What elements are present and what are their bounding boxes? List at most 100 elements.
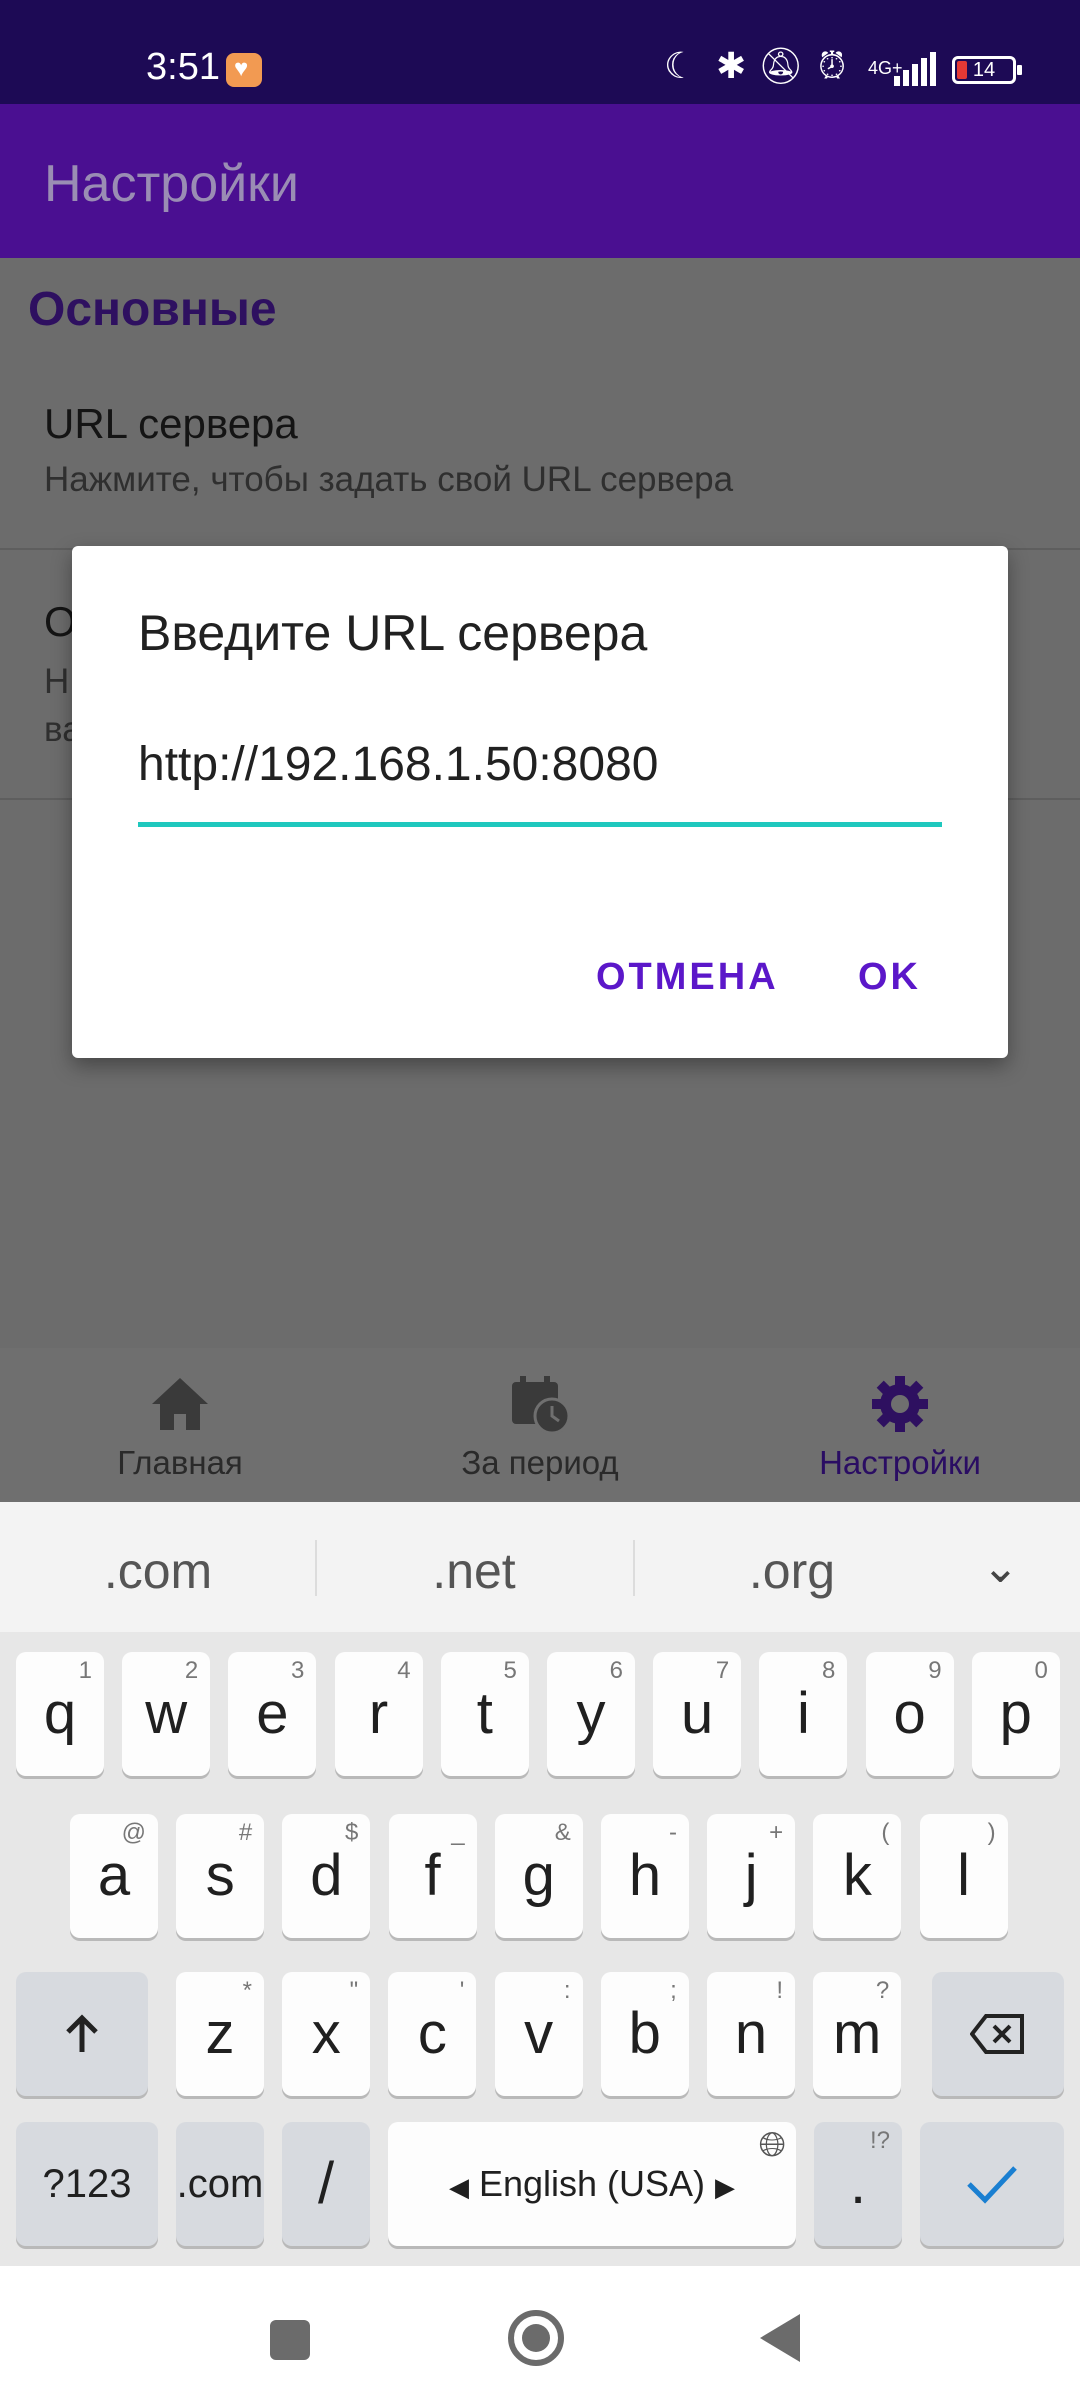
key-r[interactable]: r4 bbox=[334, 1652, 423, 1776]
ok-button[interactable]: OK bbox=[858, 956, 921, 999]
battery-level: 14 bbox=[972, 59, 996, 81]
key-char: b bbox=[628, 2001, 661, 2066]
key-f[interactable]: f _ bbox=[388, 1814, 477, 1938]
key-e[interactable]: e3 bbox=[228, 1652, 317, 1776]
nav-label: За период bbox=[461, 1444, 619, 1481]
key-char: s bbox=[205, 1843, 235, 1908]
cancel-button[interactable]: ОТМЕНА bbox=[596, 956, 779, 999]
section-title: Основные bbox=[28, 283, 277, 336]
key-p[interactable]: p0 bbox=[971, 1652, 1060, 1776]
key-h[interactable]: h- bbox=[601, 1814, 689, 1938]
bottom-navigation: Главная За период Настройки bbox=[0, 1348, 1080, 1502]
key-hint: @ bbox=[121, 1819, 146, 1846]
key-hint: ; bbox=[670, 1977, 677, 2004]
key-hint: " bbox=[349, 1977, 359, 2004]
bluetooth-icon: ✱ bbox=[716, 45, 747, 86]
key-char: i bbox=[796, 1681, 810, 1746]
server-url-input[interactable] bbox=[138, 736, 942, 792]
key-j[interactable]: j + bbox=[707, 1814, 796, 1938]
status-time: 3:51 bbox=[146, 46, 220, 88]
key-o[interactable]: o9 bbox=[865, 1652, 954, 1776]
key-char: o bbox=[893, 1681, 926, 1746]
key-char: k bbox=[842, 1843, 872, 1908]
key-hint: 7 bbox=[715, 1657, 730, 1684]
nav-period[interactable]: За период bbox=[360, 1348, 720, 1502]
slash-key[interactable]: / bbox=[282, 2122, 370, 2246]
key-hint: 4 bbox=[397, 1657, 411, 1684]
key-hint: ( bbox=[881, 1819, 890, 1846]
spacebar[interactable]: ◀ English (USA) ▶ 🌐︎ bbox=[388, 2122, 796, 2246]
key-g[interactable]: g & bbox=[494, 1814, 583, 1938]
input-underline bbox=[138, 822, 942, 827]
key-u[interactable]: u7 bbox=[653, 1652, 742, 1776]
calendar-clock-icon bbox=[512, 1376, 571, 1434]
suggestion-item[interactable]: .net bbox=[318, 1542, 630, 1600]
key-char: h bbox=[628, 1843, 662, 1908]
recents-button[interactable] bbox=[270, 2320, 310, 2360]
key-m[interactable]: m? bbox=[813, 1972, 902, 2096]
suggestion-item[interactable]: .com bbox=[2, 1542, 314, 1600]
key-char: v bbox=[524, 2001, 554, 2066]
key-z[interactable]: z * bbox=[176, 1972, 264, 2096]
moon-icon: ☾ bbox=[664, 45, 697, 86]
url-dialog: Введите URL сервера ОТМЕНА OK bbox=[72, 546, 1008, 1058]
key-s[interactable]: s # bbox=[176, 1814, 265, 1938]
key-n[interactable]: n! bbox=[707, 1972, 795, 2096]
key-y[interactable]: y6 bbox=[547, 1652, 635, 1776]
suggestion-item[interactable]: .org bbox=[636, 1542, 948, 1600]
key-l[interactable]: l) bbox=[919, 1814, 1008, 1938]
shift-key[interactable] bbox=[16, 1972, 148, 2096]
key-char: g bbox=[522, 1843, 555, 1908]
back-button[interactable] bbox=[760, 2314, 800, 2362]
key-hint: 1 bbox=[78, 1657, 92, 1684]
symbols-key[interactable]: ?123 bbox=[16, 2122, 158, 2246]
key-w[interactable]: w2 bbox=[122, 1652, 211, 1776]
key-char: r bbox=[368, 1681, 389, 1746]
nav-label: Настройки bbox=[819, 1444, 981, 1481]
key-hint: 9 bbox=[928, 1657, 942, 1684]
key-char: z bbox=[205, 2001, 235, 2066]
key-hint: + bbox=[769, 1819, 784, 1846]
gear-icon bbox=[872, 1376, 928, 1432]
com-key[interactable]: .com bbox=[176, 2122, 264, 2246]
key-hint: ) bbox=[987, 1819, 996, 1846]
nav-home[interactable]: Главная bbox=[0, 1348, 360, 1502]
key-x[interactable]: x " bbox=[282, 1972, 371, 2096]
key-hint: 0 bbox=[1034, 1657, 1048, 1684]
pref-title: URL сервера bbox=[44, 400, 298, 447]
key-i[interactable]: i8 bbox=[759, 1652, 848, 1776]
chevron-down-icon[interactable]: ⌄ bbox=[982, 1542, 1019, 1593]
pref-summary: Нажмите, чтобы задать свой URL сервера bbox=[44, 460, 734, 499]
key-char: e bbox=[256, 1681, 289, 1746]
key-c[interactable]: c ' bbox=[388, 1972, 477, 2096]
key-hint: & bbox=[554, 1819, 571, 1846]
left-arrow-icon: ◀ bbox=[448, 2172, 469, 2202]
key-a[interactable]: a @ bbox=[70, 1814, 158, 1938]
key-k[interactable]: k( bbox=[813, 1814, 902, 1938]
key-hint: * bbox=[242, 1977, 252, 2004]
key-hint: 5 bbox=[503, 1657, 517, 1684]
done-key[interactable] bbox=[920, 2122, 1064, 2246]
key-v[interactable]: v: bbox=[494, 1972, 583, 2096]
key-hint: 6 bbox=[609, 1657, 623, 1684]
key-b[interactable]: b; bbox=[600, 1972, 689, 2096]
nav-settings[interactable]: Настройки bbox=[720, 1348, 1080, 1502]
divider bbox=[633, 1540, 635, 1596]
home-button[interactable] bbox=[508, 2310, 564, 2366]
nav-label: Главная bbox=[117, 1444, 243, 1481]
pref-summary: Н bbox=[44, 662, 70, 701]
key-char: j bbox=[744, 1843, 758, 1908]
key-d[interactable]: d $ bbox=[282, 1814, 371, 1938]
key-t[interactable]: t5 bbox=[440, 1652, 529, 1776]
key-char: p bbox=[999, 1681, 1032, 1746]
key-q[interactable]: q1 bbox=[16, 1652, 104, 1776]
key-char: a bbox=[97, 1843, 131, 1908]
key-char: u bbox=[681, 1681, 714, 1746]
keyboard: q1w2e3r4t5y6u7i8o9p0 a @ s # d $ f _ g & h - j + k(l) … bbox=[0, 1632, 1080, 2266]
key-char: t bbox=[476, 1681, 493, 1746]
backspace-key[interactable] bbox=[932, 1972, 1064, 2096]
period-key[interactable]: . !? bbox=[814, 2122, 902, 2246]
muted-bell-icon: 🔕︎ bbox=[758, 45, 804, 86]
key-hint: $ bbox=[345, 1819, 359, 1846]
key-hint: 8 bbox=[822, 1657, 836, 1684]
